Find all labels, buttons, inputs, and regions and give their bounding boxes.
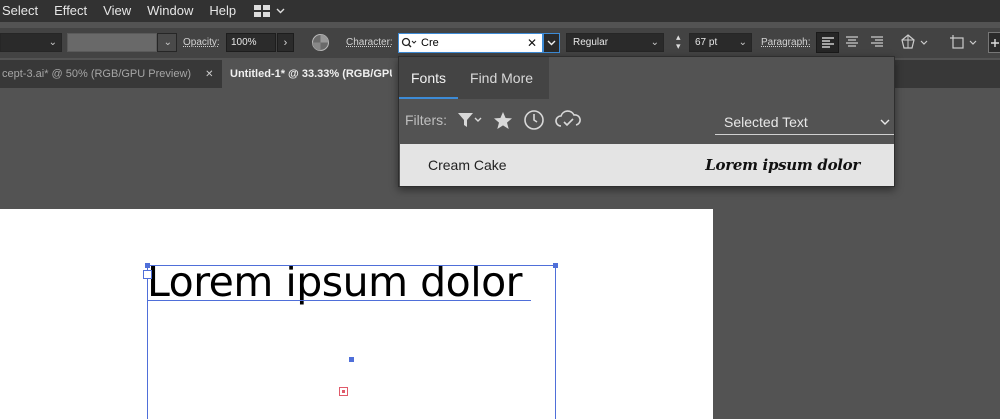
font-result-row[interactable]: Cream Cake Lorem ipsum dolor [400,144,894,186]
menu-effect[interactable]: Effect [46,0,95,22]
search-icon [401,37,417,48]
opacity-arrow-button[interactable]: › [277,33,294,52]
align-right-icon [871,36,883,47]
style-swatch[interactable] [67,33,157,52]
filter-icon [458,113,482,127]
preview-text-value: Selected Text [724,113,808,130]
chevron-down-icon [920,40,928,45]
filter-classification-button[interactable] [457,111,483,129]
stroke-dropdown[interactable]: ⌄ [0,33,62,52]
close-icon[interactable]: ✕ [527,36,537,50]
font-style-value: Regular [573,37,609,48]
font-list-toggle[interactable] [543,33,560,53]
tab-label: cept-3.ai* @ 50% (RGB/GPU Preview) [2,68,192,80]
character-label[interactable]: Character: [346,37,393,48]
chevron-down-icon: ⌄ [163,37,172,48]
text-baseline [147,300,531,301]
workspace-switcher[interactable] [254,5,285,17]
font-name: Cream Cake [428,157,507,173]
chevron-down-icon [969,40,977,45]
align-left-icon [821,36,834,48]
font-search-value: Cre [421,37,439,49]
transform-button[interactable] [950,34,977,50]
menu-bar: Select Effect View Window Help [0,0,1000,22]
opacity-field[interactable]: 100% [226,33,276,52]
tab-document-cept3[interactable]: cept-3.ai* @ 50% (RGB/GPU Preview) ✕ [0,60,222,88]
tab-label: Untitled-1* @ 33.33% (RGB/GPU [230,68,392,80]
font-style-dropdown[interactable]: Regular ⌄ [566,33,664,52]
cloud-check-icon [555,110,581,127]
tab-find-more[interactable]: Find More [458,57,545,99]
menu-view[interactable]: View [95,0,139,22]
transform-icon [950,35,964,49]
menu-help[interactable]: Help [201,0,244,22]
selection-handle[interactable] [553,263,558,268]
favorites-filter-button[interactable] [493,111,513,130]
filters-label: Filters: [405,112,447,128]
selection-bounding-box [147,265,556,419]
chevron-down-icon [276,8,285,14]
font-size-value: 67 pt [695,37,718,48]
recolor-icon[interactable] [311,33,330,55]
plus-icon [991,38,999,47]
align-left-button[interactable] [816,32,839,53]
paragraph-label[interactable]: Paragraph: [761,37,810,48]
opacity-label[interactable]: Opacity: [183,37,220,48]
chevron-down-icon: ⌄ [650,37,659,48]
filters-row: Filters: [405,109,581,131]
style-dropdown[interactable]: ⌄ [157,33,177,52]
text-in-port[interactable] [143,270,152,279]
font-size-stepper[interactable]: ▴ ▾ [676,33,681,51]
font-preview: Lorem ipsum dolor [705,156,860,174]
font-dropdown-panel: Fonts Find More Filters: Selected Text C… [398,56,895,187]
preview-text-dropdown[interactable]: Selected Text [715,109,894,135]
recolor-artwork-button[interactable] [900,34,928,50]
reference-point [339,387,348,396]
tab-fonts[interactable]: Fonts [399,57,459,99]
tab-document-untitled1[interactable]: Untitled-1* @ 33.33% (RGB/GPU [222,60,398,88]
chevron-down-icon: ⌄ [48,37,57,48]
font-panel-tabs: Fonts Find More [399,57,549,99]
recent-filter-button[interactable] [523,109,545,131]
menu-window[interactable]: Window [139,0,201,22]
align-center-icon [846,36,858,47]
align-center-button[interactable] [845,36,859,51]
selection-handle[interactable] [145,263,150,268]
font-search-input[interactable]: Cre ✕ [398,33,543,53]
add-button[interactable] [988,32,1000,53]
center-point [349,357,354,362]
chevron-down-icon: ⌄ [738,37,747,48]
clock-icon [524,110,544,130]
font-size-field[interactable]: 67 pt ⌄ [689,33,752,52]
app-window: Select Effect View Window Help ⌄ ⌄ Opaci… [0,0,1000,419]
palette-icon [901,34,915,49]
star-icon [494,111,512,129]
align-right-button[interactable] [870,36,884,51]
activated-fonts-filter-button[interactable] [555,110,581,130]
workspace-grid-icon [254,5,271,17]
close-icon[interactable]: ✕ [205,69,213,80]
chevron-down-icon [547,40,556,46]
chevron-down-icon [880,116,890,128]
menu-select[interactable]: Select [0,0,46,22]
